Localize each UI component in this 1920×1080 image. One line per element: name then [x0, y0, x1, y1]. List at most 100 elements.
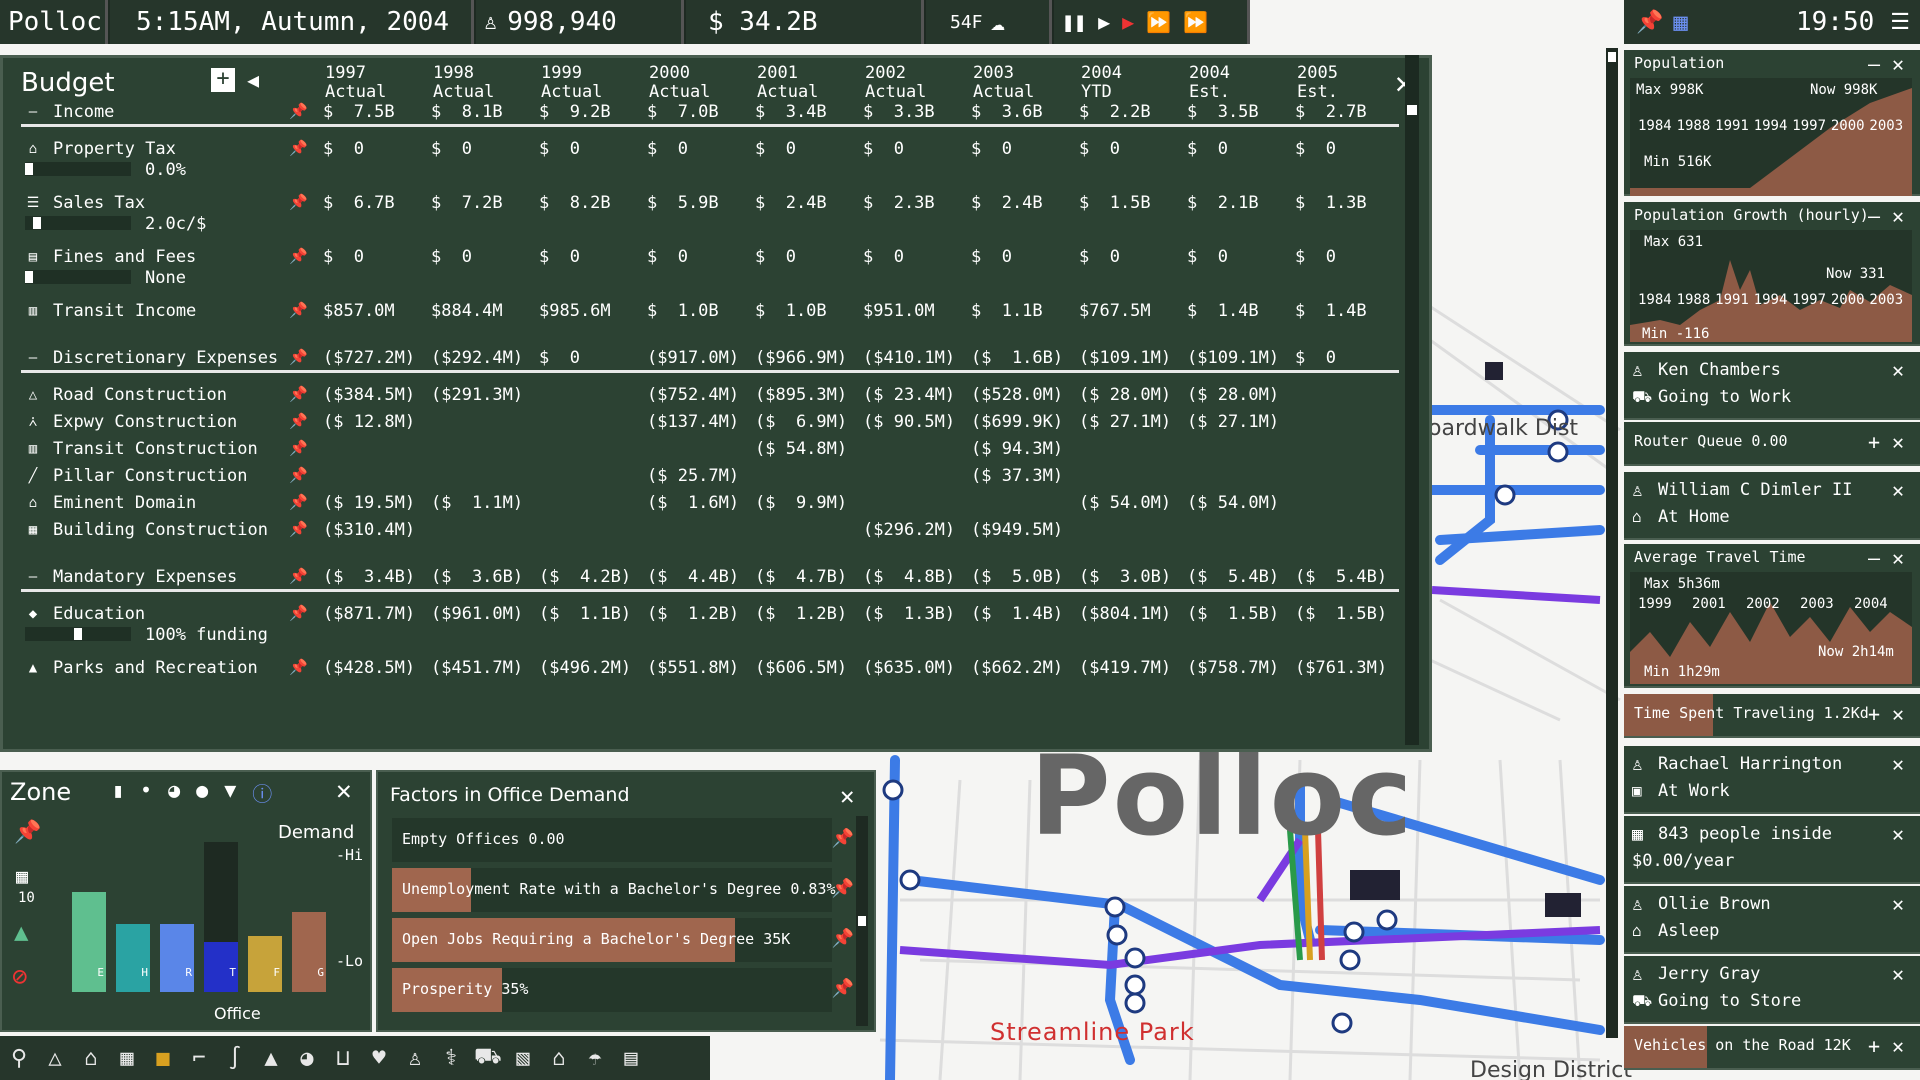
rate-slider[interactable]	[25, 216, 131, 230]
pin-icon[interactable]: 📌	[289, 102, 308, 120]
expand-icon[interactable]: +	[1868, 430, 1880, 454]
factors-scrollbar[interactable]	[856, 816, 868, 1026]
pin-icon[interactable]: 📌	[289, 301, 308, 319]
budget-row[interactable]: △ Road Construction 📌 ($384.5M) ($291.3M) ($7…	[3, 385, 1423, 409]
pin-icon[interactable]: 📌	[289, 139, 308, 157]
zone-tool-v-icon[interactable]: ●	[196, 778, 208, 807]
wrench-icon[interactable]: ∫	[222, 1046, 248, 1071]
factor-row[interactable]: Empty Offices 0.00 📌	[392, 818, 854, 862]
play-icon[interactable]: ▶	[1098, 10, 1110, 34]
zone-type-icon[interactable]: T	[204, 966, 238, 992]
pin-icon[interactable]: 📌	[832, 878, 854, 899]
rate-slider[interactable]	[25, 627, 131, 641]
zone-tool-c-icon[interactable]: ◕	[168, 778, 180, 807]
collapse-icon[interactable]: —	[25, 569, 41, 585]
pin-icon[interactable]: 📌	[832, 928, 854, 949]
budget-row[interactable]: ▥ Transit Construction 📌 ($ 54.8M) ($ 94.3M)	[3, 439, 1423, 463]
close-icon[interactable]: ✕	[1892, 1034, 1904, 1058]
budget-row[interactable]: ☰ Sales Tax 📌 $ 6.7B $ 7.2B $ 8.2B $ 5.9B $ 2.4…	[3, 193, 1423, 217]
collapse-icon[interactable]: —	[25, 350, 41, 366]
people-icon[interactable]: ♙	[402, 1046, 428, 1071]
demand-bar[interactable]: H	[116, 842, 150, 992]
rate-slider[interactable]	[25, 270, 131, 284]
close-icon[interactable]: ✕	[1892, 358, 1904, 382]
budget-row[interactable]: ▤ Fines and Fees 📌 $ 0 $ 0 $ 0 $ 0 $ 0 $ 0 $ 0 $ 0…	[3, 247, 1423, 271]
money-icon[interactable]: ■	[150, 1046, 176, 1071]
zone-type-icon[interactable]: R	[160, 966, 194, 992]
budget-row[interactable]: ▲ Parks and Recreation 📌 ($428.5M) ($451.7M)…	[3, 658, 1423, 682]
budget-scrollbar[interactable]	[1405, 55, 1419, 745]
person-panel-jerry[interactable]: ♙ ⛟ Jerry Gray Going to Store ✕	[1624, 956, 1920, 1024]
pin-icon[interactable]: 📌	[289, 493, 308, 511]
close-icon[interactable]: ✕	[1892, 892, 1904, 916]
weather[interactable]: 54F ☁	[926, 0, 1052, 44]
minimize-icon[interactable]: —	[1868, 546, 1880, 570]
budget-section-row[interactable]: — Discretionary Expenses 📌 ($727.2M) ($292.4…	[3, 348, 1423, 372]
person-panel-rachael[interactable]: ♙ ▣ Rachael Harrington At Work ✕	[1624, 746, 1920, 814]
road-icon[interactable]: △	[42, 1046, 68, 1071]
back-arrow-icon[interactable]: ◀	[247, 68, 259, 92]
factory-icon[interactable]: ▦	[114, 1046, 140, 1071]
close-icon[interactable]: ✕	[1892, 752, 1904, 776]
budget-row[interactable]: ⌂ Eminent Domain 📌 ($ 19.5M) ($ 1.1M) ($ 1.6M…	[3, 493, 1423, 517]
budget-row[interactable]: ⩑ Expwy Construction 📌 ($ 12.8M) ($137.4M) ($…	[3, 412, 1423, 436]
zone-tool-x-icon[interactable]: •	[140, 778, 152, 807]
close-icon[interactable]: ✕	[1892, 962, 1904, 986]
pin-icon[interactable]: 📌	[289, 466, 308, 484]
fastest-forward-icon[interactable]: ⏩	[1183, 10, 1208, 34]
pin-icon[interactable]: 📌	[289, 247, 308, 265]
pin-icon[interactable]: 📌	[289, 520, 308, 538]
close-icon[interactable]: ✕	[1892, 702, 1904, 726]
zone-type-icon[interactable]: H	[116, 966, 150, 992]
menu-icon[interactable]: ☰	[1890, 10, 1910, 35]
pin-icon[interactable]: 📌	[289, 193, 308, 211]
rate-slider[interactable]	[25, 162, 131, 176]
minimize-icon[interactable]: —	[1868, 204, 1880, 228]
budget-section-row[interactable]: — Mandatory Expenses 📌 ($ 3.4B) ($ 3.6B) ($ 4…	[3, 567, 1423, 591]
factor-row[interactable]: Unemployment Rate with a Bachelor's Degr…	[392, 868, 854, 912]
building-panel[interactable]: ▦ 843 people inside $0.00/year ✕	[1624, 816, 1920, 884]
budget-row[interactable]: ⌂ Property Tax 📌 $ 0 $ 0 $ 0 $ 0 $ 0 $ 0 $ 0 $ 0 $ …	[3, 139, 1423, 163]
factor-row[interactable]: Prosperity 35% 📌	[392, 968, 854, 1012]
demand-bar[interactable]: E	[72, 842, 106, 992]
tower-icon[interactable]: ♥	[366, 1046, 392, 1071]
globe-icon[interactable]: ◕	[294, 1046, 320, 1071]
budget-row[interactable]: ╱ Pillar Construction 📌 ($ 25.7M) ($ 37.3M)	[3, 466, 1423, 490]
zone-tool-z-icon[interactable]: ▮	[112, 778, 124, 807]
population-counter[interactable]: ♙ 998,940	[476, 0, 684, 44]
pin-icon[interactable]: 📌	[289, 439, 308, 457]
pipe-icon[interactable]: ⌐	[186, 1046, 212, 1071]
city-name[interactable]: Polloc	[0, 0, 108, 44]
date-time[interactable]: 5:15AM, Autumn, 2004	[110, 0, 474, 44]
close-factors-button[interactable]: ✕	[840, 782, 854, 810]
record-icon[interactable]: ▶	[1122, 10, 1134, 34]
budget-icon[interactable]: ▤	[618, 1046, 644, 1071]
tree-icon[interactable]: ▲	[14, 918, 28, 946]
factor-row[interactable]: Open Jobs Requiring a Bachelor's Degree …	[392, 918, 854, 962]
pin-icon[interactable]: 📌	[14, 820, 41, 845]
add-icon[interactable]: +	[211, 68, 235, 92]
zone-type-icon[interactable]: F	[248, 966, 282, 992]
search-icon[interactable]: ⚲	[6, 1046, 32, 1071]
pin-icon[interactable]: 📌	[289, 567, 308, 585]
pin-icon[interactable]: 📌	[289, 348, 308, 366]
pin-icon[interactable]: 📌	[289, 658, 308, 676]
person-panel-ken[interactable]: ♙ ⛟ Ken Chambers Going to Work ✕	[1624, 352, 1920, 420]
close-icon[interactable]: ✕	[1892, 546, 1904, 570]
close-icon[interactable]: ✕	[1892, 430, 1904, 454]
demand-bar[interactable]: T	[204, 842, 238, 992]
demand-bar[interactable]: G	[292, 842, 326, 992]
money-counter[interactable]: $ 34.2B	[686, 0, 924, 44]
person-panel-ollie[interactable]: ♙ ⌂ Ollie Brown Asleep ✕	[1624, 886, 1920, 954]
medical-icon[interactable]: ⚕	[438, 1046, 464, 1071]
pin-icon[interactable]: 📌	[289, 385, 308, 403]
car-icon[interactable]: ⛟	[474, 1044, 502, 1072]
demand-bar[interactable]: R	[160, 842, 194, 992]
close-icon[interactable]: ✕	[1892, 478, 1904, 502]
close-icon[interactable]: ✕	[1892, 822, 1904, 846]
demand-bar[interactable]: F	[248, 842, 282, 992]
zone-tool-y-icon[interactable]: ▼	[224, 778, 236, 807]
pin-icon[interactable]: 📌	[832, 828, 854, 849]
collapse-icon[interactable]: —	[25, 104, 41, 120]
budget-section-row[interactable]: — Income 📌 $ 7.5B $ 8.1B $ 9.2B $ 7.0B $ 3.4B $ …	[3, 102, 1423, 126]
